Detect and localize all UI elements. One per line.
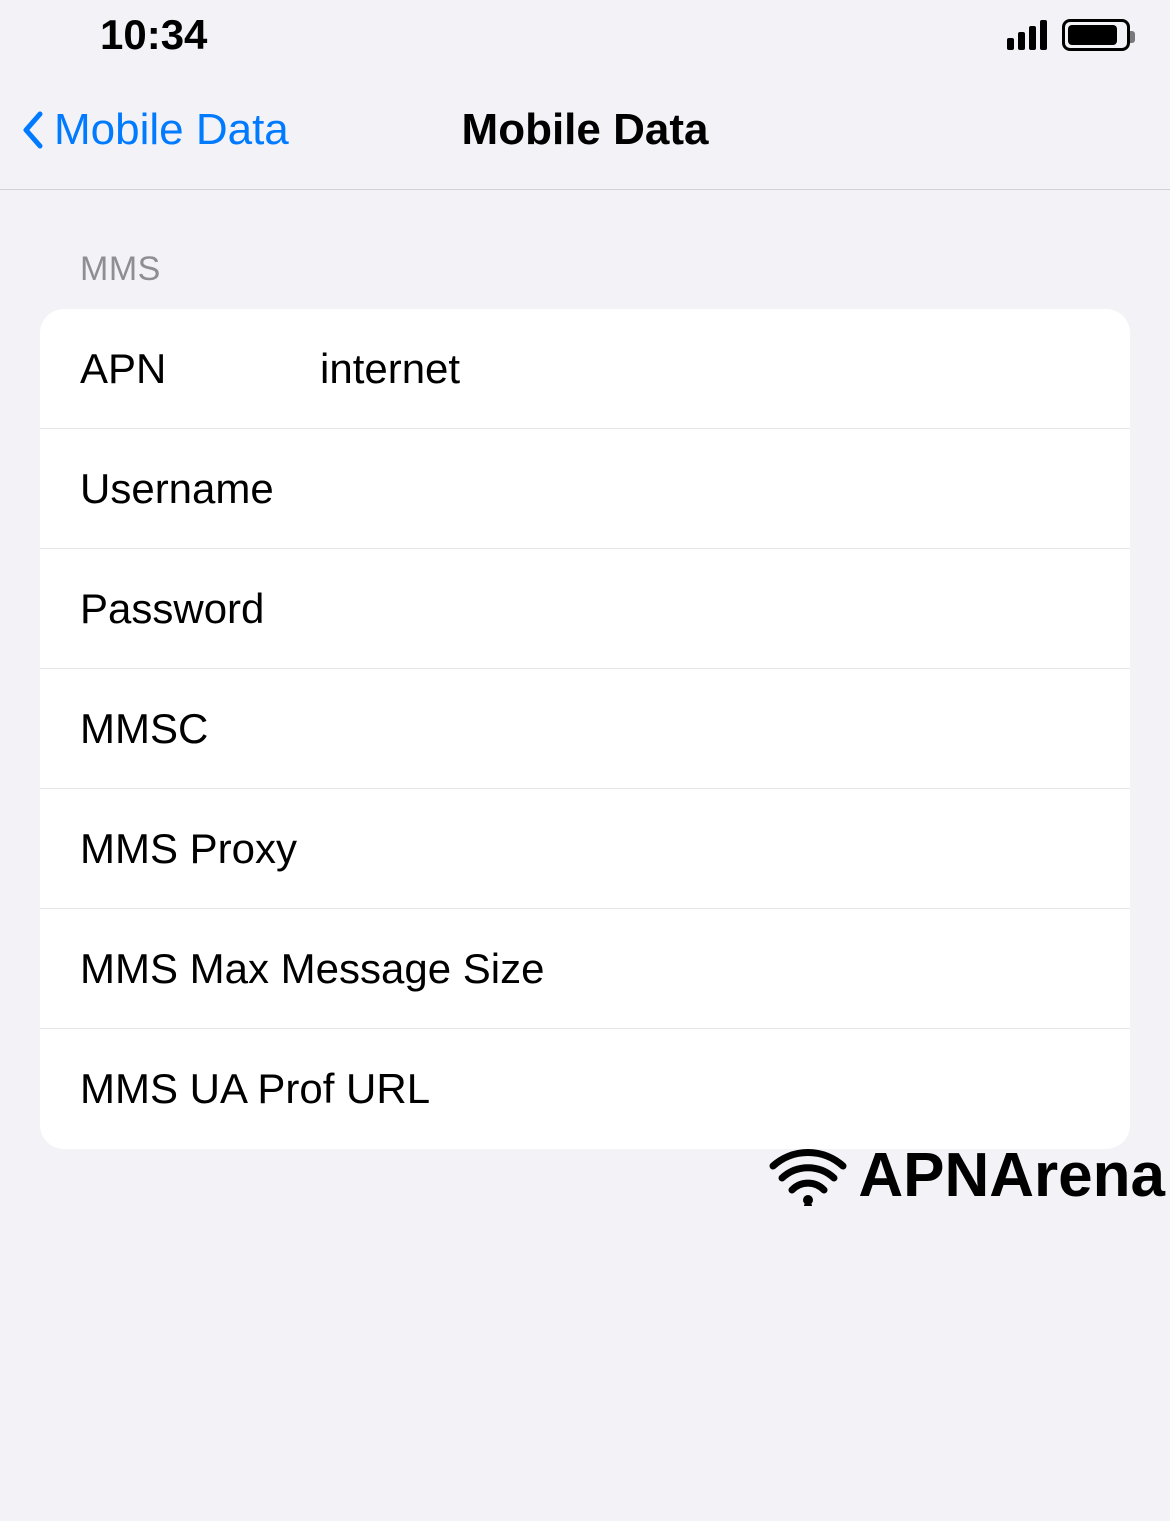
mms-settings-group: APN Username Password MMSC MMS Proxy MMS… [40,309,1130,1149]
back-button[interactable]: Mobile Data [20,105,289,155]
apn-input[interactable] [320,345,1090,393]
mms-ua-prof-input[interactable] [430,1065,1090,1113]
mms-ua-prof-label: MMS UA Prof URL [80,1065,430,1113]
mms-max-size-label: MMS Max Message Size [80,945,544,993]
setting-row-apn[interactable]: APN [40,309,1130,429]
mms-proxy-label: MMS Proxy [80,825,297,873]
setting-row-mms-ua-prof[interactable]: MMS UA Prof URL [40,1029,1130,1149]
cellular-signal-icon [1007,20,1047,50]
password-label: Password [80,585,320,633]
mmsc-input[interactable] [320,705,1090,753]
status-bar: 10:34 [0,0,1170,70]
navigation-bar: Mobile Data Mobile Data [0,70,1170,190]
setting-row-mms-max-size[interactable]: MMS Max Message Size [40,909,1130,1029]
status-time: 10:34 [100,11,207,59]
section-header-mms: MMS [40,250,1130,289]
setting-row-mmsc[interactable]: MMSC [40,669,1130,789]
chevron-left-icon [20,110,44,150]
mms-proxy-input[interactable] [297,825,1090,873]
back-label: Mobile Data [54,105,289,155]
wifi-icon [768,1146,848,1206]
apn-label: APN [80,345,320,393]
setting-row-username[interactable]: Username [40,429,1130,549]
watermark-logo: APNArena [768,1140,1165,1211]
setting-row-password[interactable]: Password [40,549,1130,669]
setting-row-mms-proxy[interactable]: MMS Proxy [40,789,1130,909]
page-title: Mobile Data [462,105,709,155]
watermark-text: APNArena [858,1140,1165,1211]
status-indicators [1007,19,1130,51]
password-input[interactable] [320,585,1090,633]
username-label: Username [80,465,320,513]
mmsc-label: MMSC [80,705,320,753]
username-input[interactable] [320,465,1090,513]
battery-icon [1062,19,1130,51]
mms-max-size-input[interactable] [544,945,1090,993]
